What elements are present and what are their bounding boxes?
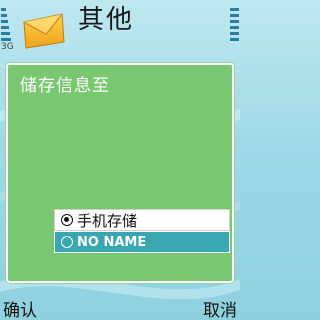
battery-icon xyxy=(230,8,239,41)
option-label: 手机存储 xyxy=(77,211,138,230)
envelope-icon xyxy=(23,13,65,49)
softkey-left-ok[interactable]: 确认 xyxy=(3,296,37,320)
option-label: NO NAME xyxy=(77,234,147,250)
option-list: 手机存储 NO NAME xyxy=(54,209,230,253)
signal-strength-icon xyxy=(1,8,11,41)
radio-unselected-icon xyxy=(61,236,73,248)
softkey-bar: 确认 取消 xyxy=(0,294,240,320)
save-location-dialog: 储存信息至 手机存储 NO NAME xyxy=(6,63,234,283)
option-memory-card[interactable]: NO NAME xyxy=(54,231,230,253)
option-phone-memory[interactable]: 手机存储 xyxy=(54,209,230,231)
header: 3G 其他 xyxy=(0,0,240,58)
dialog-heading: 储存信息至 xyxy=(20,76,110,96)
page-title: 其他 xyxy=(78,5,135,35)
softkey-right-cancel[interactable]: 取消 xyxy=(203,296,237,320)
network-type-label: 3G xyxy=(1,42,14,52)
radio-selected-icon xyxy=(61,214,73,226)
